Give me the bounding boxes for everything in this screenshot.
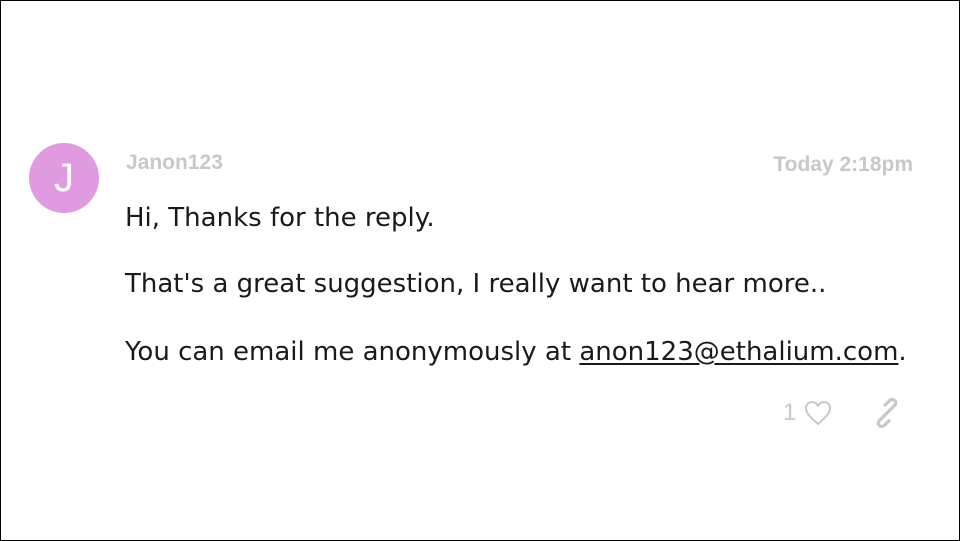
comment-line-2: That's a great suggestion, I really want…	[125, 269, 827, 299]
heart-outline-icon	[805, 401, 831, 425]
comment-actions: 1	[783, 397, 913, 431]
avatar-initial: J	[54, 156, 74, 200]
email-link[interactable]: anon123@ethalium.com	[579, 337, 898, 367]
chain-link-icon	[876, 397, 898, 429]
comment-line-3-suffix: .	[898, 337, 907, 367]
like-count: 1	[783, 399, 797, 426]
author-name[interactable]: Janon123	[126, 151, 223, 175]
comment-timestamp: Today 2:18pm	[773, 153, 913, 176]
link-button[interactable]	[871, 397, 905, 431]
like-button[interactable]	[803, 399, 837, 429]
avatar[interactable]: J	[29, 143, 99, 213]
comment-line-1: Hi, Thanks for the reply.	[125, 203, 435, 233]
comment-line-3: You can email me anonymously at anon123@…	[125, 337, 907, 367]
comment-card: J Janon123 Today 2:18pm Hi, Thanks for t…	[0, 0, 960, 541]
comment-line-3-prefix: You can email me anonymously at	[125, 337, 580, 367]
